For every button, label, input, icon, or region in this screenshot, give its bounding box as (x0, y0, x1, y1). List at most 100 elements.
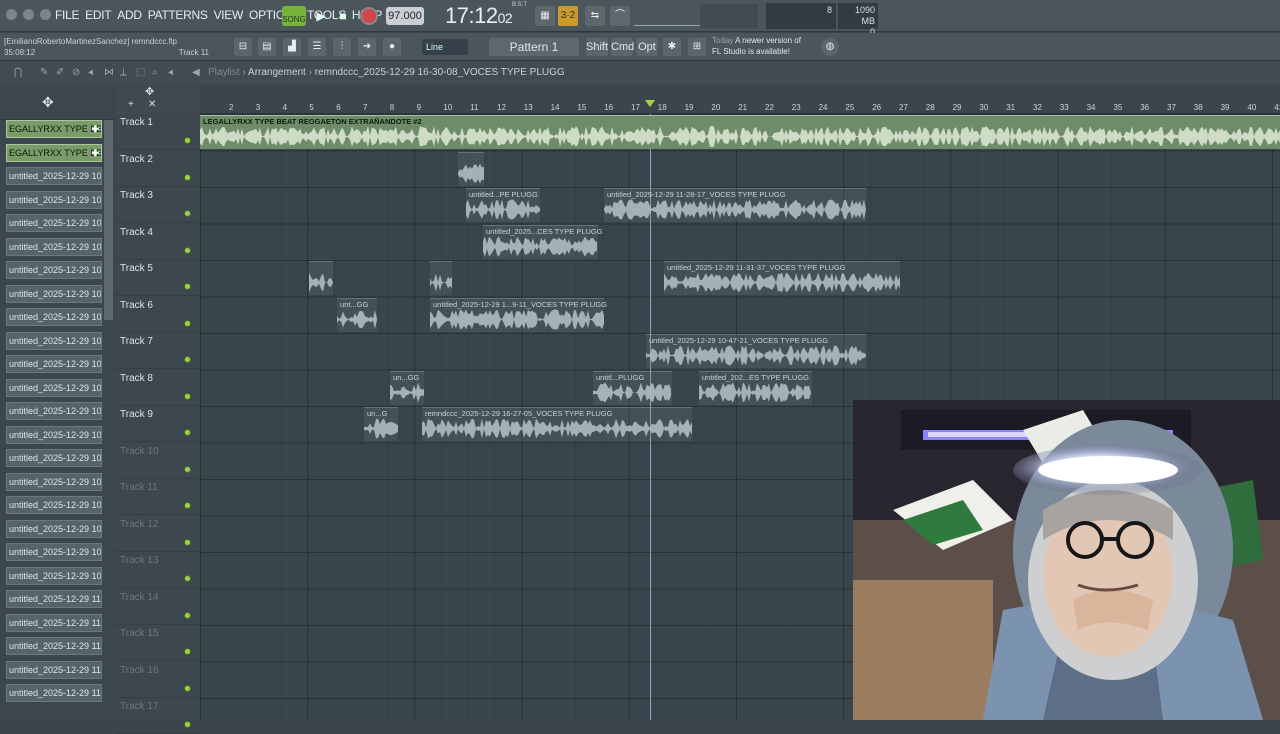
audio-clip[interactable]: untitled_202...ES TYPE PLUGG (699, 370, 812, 405)
timeline-ruler[interactable]: 2 3 4 5 6 7 8 9 10 11 12 13 14 15 16 17 18 19 20 21 22 23 24 25… (200, 100, 1280, 114)
track-header[interactable]: Track 13 (115, 552, 200, 588)
slice-tool-icon[interactable]: ⟂ (120, 67, 127, 78)
zoom-tool-icon[interactable]: ⌕ (152, 67, 158, 78)
picker-scrollbar[interactable] (104, 120, 113, 320)
typing-keyboard-icon[interactable]: ▦ (535, 6, 555, 26)
picker-item[interactable]: untitled_2025-12-29 11-... (6, 613, 102, 632)
picker-item[interactable]: untitled_2025-12-29 10-... (6, 190, 102, 209)
countdown-icon[interactable]: 3·2 (558, 6, 578, 26)
pencil-icon[interactable]: ✎ (40, 67, 48, 78)
close-icon[interactable]: ✕ (148, 99, 156, 110)
picker-item[interactable]: untitled_2025-12-29 11-... (6, 684, 102, 702)
audio-clip[interactable] (430, 261, 452, 295)
track-header[interactable]: Track 16 (115, 662, 200, 698)
picker-item[interactable]: untitled_2025-12-29 11-... (6, 660, 102, 679)
track-enable-led[interactable] (184, 392, 191, 400)
audio-clip[interactable] (458, 151, 484, 186)
add-track-icon[interactable]: + (128, 99, 134, 110)
picker-item[interactable]: untitled_2025-12-29 10-... (6, 472, 102, 491)
menu-file[interactable]: FILE (55, 8, 79, 22)
picker-item[interactable]: untitled_2025-12-29 11-... (6, 637, 102, 655)
audio-clip[interactable]: untitled_2025-12-29 11-31-37_VOCES TYPE … (664, 261, 900, 295)
menu-edit[interactable]: EDIT (85, 8, 111, 22)
picker-item[interactable]: EGALLYRXX TYPE BE... ✚ (6, 120, 102, 138)
audio-clip[interactable]: untitl...PLUGG (593, 370, 672, 405)
shift-button[interactable]: Shift (586, 38, 608, 56)
picker-item[interactable]: EGALLYRXX TYPE BE... ✚ (6, 143, 102, 162)
slip-tool-icon[interactable]: ⋈ (104, 67, 114, 78)
microphone-icon[interactable]: ● (383, 38, 401, 56)
snap-selector[interactable]: Line (422, 39, 468, 55)
menu-patterns[interactable]: PATTERNS (148, 8, 208, 22)
picker-item[interactable]: untitled_2025-12-29 10-... (6, 261, 102, 279)
menu-view[interactable]: VIEW (214, 8, 244, 22)
close-window-button[interactable] (6, 9, 17, 20)
picker-item[interactable]: untitled_2025-12-29 10-... (6, 496, 102, 514)
track-header[interactable]: Track 11 (115, 479, 200, 515)
metronome-icon[interactable]: ⌒ (610, 6, 630, 26)
mixer-icon[interactable]: ⫶ (333, 38, 351, 56)
track-header[interactable]: Track 1 (115, 114, 200, 150)
audio-clip[interactable]: untitled_2025-12-29 11-28-17_VOCES TYPE … (604, 188, 866, 222)
track-header[interactable]: Track 3 (115, 187, 200, 223)
track-enable-led[interactable] (184, 283, 191, 290)
picker-item[interactable]: untitled_2025-12-29 10-... (6, 402, 102, 420)
track-enable-led[interactable] (184, 721, 191, 728)
picker-move-icon[interactable]: ✥ (42, 94, 54, 111)
track-header[interactable]: Track 6 (115, 297, 200, 333)
select-tool-icon[interactable]: ⬚ (136, 67, 145, 78)
browser-icon[interactable]: ☰ (308, 38, 326, 56)
delete-tool-icon[interactable]: ⊘ (72, 67, 80, 78)
picker-item[interactable]: untitled_2025-12-29 10-... (6, 308, 102, 326)
picker-item[interactable]: untitled_2025-12-29 10-... (6, 167, 102, 185)
add-icon[interactable]: ✚ (91, 121, 99, 137)
track-header[interactable]: Track 4 (115, 224, 200, 260)
cmd-button[interactable]: Cmd (611, 38, 634, 56)
stop-icon[interactable]: ■ (333, 6, 353, 26)
menu-add[interactable]: ADD (117, 8, 142, 22)
picker-item[interactable]: untitled_2025-12-29 10-... (6, 355, 102, 373)
track-enable-led[interactable] (184, 246, 191, 254)
track-move-icon[interactable]: ✥ (145, 85, 154, 98)
opt-button[interactable]: Opt (636, 38, 658, 56)
audio-clip[interactable]: untitled_2025-12-29 1...9-11_VOCES TYPE … (430, 297, 607, 332)
piano-roll-icon[interactable]: ▟ (283, 38, 301, 56)
arrow-icon[interactable]: ➜ (358, 38, 376, 56)
playback-tool-icon[interactable]: ◂ (168, 67, 173, 78)
playlist-window-icon[interactable]: ⊟ (234, 38, 252, 56)
track-enable-led[interactable] (184, 465, 191, 473)
audio-clip[interactable] (309, 261, 333, 295)
track-header[interactable]: Track 15 (115, 625, 200, 661)
picker-item[interactable]: untitled_2025-12-29 10-... (6, 519, 102, 538)
track-enable-led[interactable] (184, 210, 191, 217)
picker-item[interactable]: untitled_2025-12-29 10-... (6, 425, 102, 444)
picker-item[interactable]: untitled_2025-12-29 10-... (6, 543, 102, 561)
add-icon[interactable]: ✚ (91, 145, 99, 161)
picker-item[interactable]: untitled_2025-12-29 10-... (6, 331, 102, 350)
audio-clip[interactable]: remndccc_2025-12-29 16-27-05_VOCES TYPE … (422, 407, 692, 441)
track-enable-led[interactable] (184, 684, 191, 692)
playlist-arrow-icon[interactable]: ◀ (192, 67, 200, 78)
track-header[interactable]: Track 7 (115, 333, 200, 369)
track-enable-led[interactable] (184, 137, 191, 144)
track-enable-led[interactable] (184, 648, 191, 655)
track-header[interactable]: Track 14 (115, 589, 200, 625)
track-enable-led[interactable] (184, 575, 191, 582)
play-icon[interactable]: ▶ (311, 6, 331, 26)
mute-tool-icon[interactable]: ◂ (88, 67, 93, 78)
picker-item[interactable]: untitled_2025-12-29 10-... (6, 449, 102, 467)
track-enable-led[interactable] (184, 502, 191, 509)
track-header[interactable]: Track 12 (115, 516, 200, 552)
audio-clip[interactable]: untitled_2025-12-29 10-47-21_VOCES TYPE … (646, 334, 866, 368)
playhead-marker[interactable] (645, 100, 655, 107)
audio-clip[interactable]: untitled...PE PLUGG (466, 188, 540, 222)
globe-icon[interactable]: ◍ (821, 38, 839, 56)
audio-clip[interactable]: untitled_2025...CES TYPE PLUGG (483, 224, 603, 259)
master-volume-meter[interactable] (634, 6, 700, 26)
track-enable-led[interactable] (184, 319, 191, 327)
track-enable-led[interactable] (184, 429, 191, 436)
track-header[interactable]: Track 2 (115, 151, 200, 187)
audio-clip[interactable]: unt...GG (337, 297, 377, 332)
audio-clip[interactable]: LEGALLYRXX TYPE BEAT REGGAETON EXTRAÑAND… (200, 115, 1280, 149)
song-mode-toggle[interactable]: SONG (282, 6, 306, 26)
